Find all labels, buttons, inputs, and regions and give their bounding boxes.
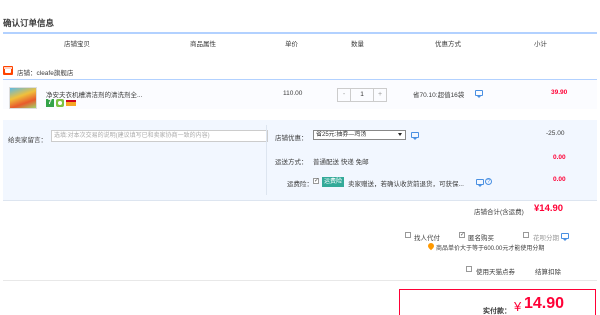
header-subtotal: 小计 bbox=[534, 41, 547, 48]
shop-discount-label: 店铺优惠： bbox=[275, 135, 308, 142]
header-attributes: 商品属性 bbox=[190, 41, 216, 48]
item-subtotal: 39.90 bbox=[551, 89, 568, 96]
footer-divider bbox=[3, 280, 597, 281]
tmall-points-checkbox[interactable] bbox=[466, 266, 472, 272]
proxy-pay-label[interactable]: 找人代付 bbox=[414, 232, 440, 242]
credit-card-icon bbox=[66, 100, 76, 106]
insurance-label: 运费险： bbox=[287, 181, 313, 188]
payment-label: 实付款： bbox=[483, 308, 511, 315]
header-divider bbox=[3, 32, 597, 34]
item-thumbnail[interactable] bbox=[9, 87, 37, 109]
installment-label[interactable]: 花呗分期 bbox=[533, 232, 559, 242]
insurance-tag: 运费险 bbox=[322, 177, 345, 187]
quantity-stepper: - 1 + bbox=[337, 88, 387, 102]
total-divider bbox=[3, 200, 597, 201]
installment-hint: 商品单价大于等于600.00元才能使用分期 bbox=[436, 246, 545, 252]
tmall-points-label[interactable]: 使用天猫点券 bbox=[476, 266, 515, 276]
tmall-shop-icon bbox=[3, 66, 13, 75]
shop-discount-value: -25.00 bbox=[546, 130, 565, 137]
shop-total-value: ¥14.90 bbox=[534, 203, 564, 214]
settle-deduction-text: 结算扣除 bbox=[535, 269, 561, 276]
chevron-down-icon[interactable] bbox=[398, 133, 402, 136]
anonymous-checkbox[interactable] bbox=[459, 231, 465, 238]
insurance-value: 0.00 bbox=[553, 176, 566, 183]
shop-discount-select[interactable]: 省25元:抽券—鸡汤 bbox=[313, 130, 406, 140]
location-pin-icon bbox=[426, 241, 436, 251]
payment-currency: ¥ bbox=[514, 299, 522, 314]
chat-bubble-icon[interactable] bbox=[475, 90, 483, 98]
shop-name-link[interactable]: 店铺：cleafe旗舰店 bbox=[17, 67, 73, 77]
item-title-link[interactable]: 净安夫衣机槽清洁剂的清洗剂全... bbox=[46, 89, 142, 99]
shipping-label: 运送方式： bbox=[275, 159, 308, 166]
page-title: 确认订单信息 bbox=[3, 18, 55, 28]
chat-bubble-icon[interactable] bbox=[411, 132, 419, 140]
item-unit-price: 110.00 bbox=[283, 90, 303, 97]
qty-plus-button[interactable]: + bbox=[373, 89, 386, 101]
payment-total-value: 14.90 bbox=[524, 295, 565, 312]
message-label: 给卖家留言： bbox=[8, 137, 47, 144]
header-shop-item: 店铺宝贝 bbox=[64, 41, 90, 48]
header-quantity: 数量 bbox=[351, 41, 364, 48]
anonymous-label[interactable]: 匿名购买 bbox=[468, 232, 494, 242]
insurance-checkbox[interactable] bbox=[313, 177, 319, 184]
message-to-seller-input[interactable]: 选填:对本次交易的说明(建议填写已和卖家协商一致的内容) bbox=[51, 130, 268, 142]
insurance-description: 卖家赠送，若确认收货前退货，可获保... bbox=[348, 181, 464, 188]
guarantee-icon bbox=[56, 99, 64, 107]
seven-day-return-icon: 7 bbox=[46, 99, 54, 107]
qty-input[interactable]: 1 bbox=[351, 89, 373, 101]
chat-bubble-icon[interactable] bbox=[476, 179, 484, 187]
shop-total-label: 店铺合计(含运费) bbox=[474, 209, 524, 216]
shipping-value: 0.00 bbox=[553, 154, 566, 161]
header-unit-price: 单价 bbox=[285, 41, 298, 48]
proxy-pay-checkbox[interactable] bbox=[405, 232, 411, 238]
header-discount: 优惠方式 bbox=[435, 41, 461, 48]
item-discount-text: 省70.10:超值16袋 bbox=[413, 92, 465, 99]
help-icon[interactable]: ? bbox=[485, 178, 492, 185]
options-divider bbox=[266, 125, 267, 195]
shipping-method-text: 普通配送 快递 免邮 bbox=[313, 159, 369, 166]
qty-minus-button[interactable]: - bbox=[338, 89, 351, 101]
chat-bubble-icon[interactable] bbox=[561, 233, 569, 241]
installment-checkbox[interactable] bbox=[523, 232, 529, 238]
